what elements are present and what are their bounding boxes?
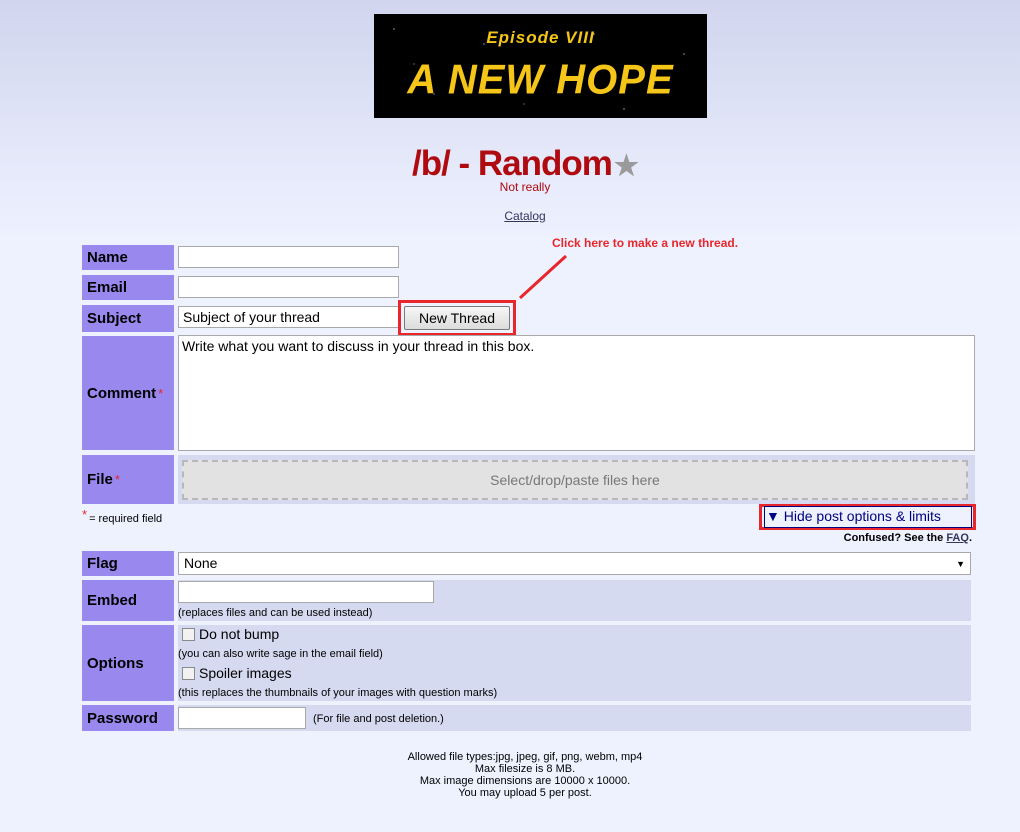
- required-marker: *: [82, 507, 88, 522]
- favorite-star-icon[interactable]: ★: [614, 150, 639, 181]
- name-label: Name: [82, 245, 174, 270]
- flag-select[interactable]: None ▼: [178, 552, 971, 575]
- spoiler-note: (this replaces the thumbnails of your im…: [178, 687, 498, 699]
- catalog-link[interactable]: Catalog: [0, 209, 1020, 223]
- faq-suffix: .: [968, 532, 972, 544]
- flag-label: Flag: [82, 551, 174, 576]
- required-note-text: = required field: [89, 513, 163, 525]
- email-input[interactable]: [178, 276, 399, 298]
- subject-label: Subject: [82, 305, 174, 332]
- password-label: Password: [82, 705, 174, 731]
- board-banner: Episode VIII A NEW HOPE: [374, 14, 707, 118]
- do-not-bump-text: Do not bump: [199, 626, 280, 642]
- required-marker: *: [158, 385, 164, 401]
- file-dropzone[interactable]: Select/drop/paste files here: [182, 460, 968, 500]
- required-marker: *: [114, 472, 120, 487]
- banner-line2: A NEW HOPE: [407, 56, 674, 104]
- embed-note: (replaces files and can be used instead): [178, 607, 373, 619]
- max-uploads: You may upload 5 per post.: [458, 787, 592, 799]
- new-thread-button[interactable]: New Thread: [404, 306, 510, 330]
- spoiler-images-checkbox[interactable]: [182, 666, 195, 680]
- allowed-file-types: Allowed file types:jpg, jpeg, gif, png, …: [407, 751, 643, 763]
- board-subtitle: Not really: [499, 180, 551, 194]
- do-not-bump-checkbox[interactable]: [182, 627, 195, 641]
- do-not-bump-option[interactable]: Do not bump: [182, 626, 279, 642]
- options-label: Options: [82, 625, 174, 701]
- sage-note: (you can also write sage in the email fi…: [178, 648, 383, 660]
- comment-textarea[interactable]: Write what you want to discuss in your t…: [178, 335, 975, 451]
- hide-options-link[interactable]: ▼ Hide post options & limits: [766, 508, 941, 524]
- file-label: File *: [82, 455, 174, 504]
- new-thread-annotation: Click here to make a new thread.: [552, 236, 739, 250]
- spoiler-images-option[interactable]: Spoiler images: [182, 665, 292, 681]
- embed-label: Embed: [82, 580, 174, 621]
- comment-label: Comment *: [82, 336, 174, 450]
- banner-line1: Episode VIII: [486, 28, 595, 47]
- subject-input[interactable]: [178, 306, 399, 328]
- board-title: /b/ - Random★: [0, 144, 1020, 184]
- annotation-arrow-icon: [518, 254, 568, 300]
- name-input[interactable]: [178, 246, 399, 268]
- spoiler-images-text: Spoiler images: [199, 665, 292, 681]
- email-label: Email: [82, 275, 174, 300]
- faq-link[interactable]: FAQ: [946, 532, 969, 544]
- flag-select-value: None: [184, 555, 218, 571]
- comment-label-text: Comment: [87, 384, 157, 402]
- max-dimensions: Max image dimensions are 10000 x 10000.: [419, 775, 631, 787]
- file-label-text: File: [87, 471, 113, 488]
- password-note: (For file and post deletion.): [313, 713, 444, 725]
- confused-text: Confused? See the: [843, 532, 947, 544]
- required-note: * = required field: [82, 507, 163, 525]
- board-title-text: /b/ - Random: [411, 144, 613, 183]
- max-filesize: Max filesize is 8 MB.: [474, 763, 576, 775]
- embed-input[interactable]: [178, 581, 434, 603]
- chevron-down-icon: ▼: [956, 559, 965, 569]
- confused-note: Confused? See the FAQ.: [844, 532, 972, 544]
- password-input[interactable]: [178, 707, 306, 729]
- upload-limits: Allowed file types:jpg, jpeg, gif, png, …: [0, 751, 1020, 799]
